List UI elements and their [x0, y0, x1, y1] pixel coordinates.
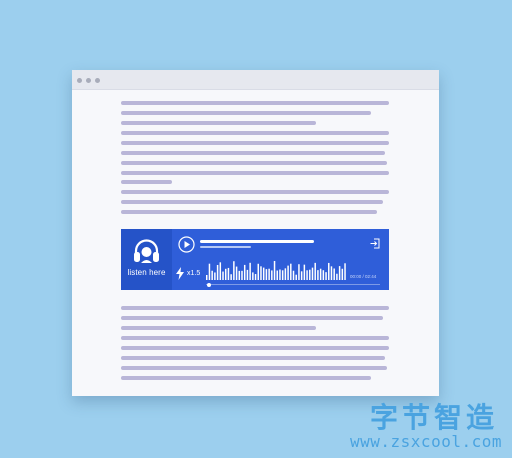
waveform-bar: [306, 270, 308, 280]
progress-knob[interactable]: [207, 282, 212, 287]
waveform-bar: [303, 264, 306, 280]
waveform-bar: [273, 260, 276, 280]
text-line: [121, 131, 389, 135]
waveform-bar: [243, 264, 246, 280]
headphone-icon: [134, 239, 159, 263]
waveform-bar: [319, 268, 322, 280]
text-line: [121, 316, 383, 320]
window-control-dot[interactable]: [77, 78, 82, 83]
waveform-bar: [235, 266, 238, 280]
play-icon[interactable]: [178, 236, 195, 253]
waveform-bar: [300, 271, 303, 280]
text-line: [121, 171, 389, 175]
text-line: [121, 200, 383, 204]
waveform-bar: [252, 272, 254, 280]
waveform-bar: [309, 269, 311, 280]
waveform-bar: [265, 269, 268, 280]
watermark-url: www.zsxcool.com: [350, 432, 502, 451]
waveform-bar: [219, 262, 222, 280]
waveform-bar: [314, 262, 316, 280]
waveform-bar: [233, 261, 235, 280]
waveform-bar: [227, 267, 230, 280]
time-label: 00:00 / 02:44: [350, 274, 377, 279]
waveform-bar: [257, 263, 260, 280]
waveform-bar: [330, 266, 333, 280]
waveform-bar: [262, 267, 265, 280]
track-title-bar: [200, 240, 314, 243]
waveform-bar: [336, 273, 338, 280]
waveform-bar: [325, 272, 327, 280]
waveform-bar: [333, 268, 335, 280]
text-line: [121, 356, 385, 360]
waveform-bar: [206, 275, 208, 280]
waveform-bar: [292, 270, 295, 280]
waveform-bar: [298, 264, 300, 280]
text-line: [121, 346, 389, 350]
waveform-bar: [317, 270, 319, 280]
waveform-bar: [246, 269, 249, 280]
audio-player: listen here x1.5 00:00 / 02:44: [121, 229, 389, 290]
watermark-title: 字节智造: [369, 401, 498, 434]
text-line: [121, 111, 371, 115]
browser-window: listen here x1.5 00:00 / 02:44: [72, 70, 439, 396]
window-control-dot[interactable]: [86, 78, 91, 83]
waveform-bar: [241, 270, 243, 280]
share-icon[interactable]: [370, 238, 380, 249]
waveform-bar: [284, 268, 287, 280]
waveform-bar: [214, 272, 216, 280]
text-line: [121, 101, 389, 105]
waveform-bar: [281, 270, 284, 280]
track-subtitle-bar: [200, 246, 251, 248]
text-line: [121, 210, 377, 214]
text-line: [121, 376, 371, 380]
text-line: [121, 121, 316, 125]
progress-track[interactable]: [206, 282, 380, 287]
waveform-bar: [216, 264, 219, 280]
waveform-bar: [254, 274, 257, 280]
waveform-bar: [208, 263, 211, 280]
waveform-bar: [238, 270, 241, 280]
text-line: [121, 306, 389, 310]
waveform-bar: [279, 269, 281, 280]
text-line: [121, 161, 387, 165]
waveform-bar: [268, 268, 270, 280]
text-line: [121, 151, 385, 155]
waveform[interactable]: [206, 260, 347, 280]
listen-panel[interactable]: listen here: [121, 229, 172, 290]
text-line: [121, 336, 389, 340]
speed-label: x1.5: [187, 270, 201, 277]
waveform-bar: [295, 274, 297, 280]
text-line: [121, 190, 389, 194]
window-control-dot[interactable]: [95, 78, 100, 83]
waveform-bar: [338, 266, 341, 280]
waveform-bar: [276, 270, 278, 280]
waveform-bar: [230, 274, 232, 280]
waveform-bar: [341, 268, 344, 280]
text-line: [121, 366, 387, 370]
waveform-bar: [311, 267, 314, 280]
window-titlebar: [72, 70, 439, 90]
waveform-bar: [260, 266, 262, 280]
listen-label: listen here: [127, 268, 166, 277]
waveform-bar: [290, 263, 292, 280]
waveform-bar: [211, 270, 213, 280]
waveform-bar: [271, 270, 273, 280]
waveform-bar: [344, 263, 346, 280]
lightning-bolt-icon: [176, 267, 184, 280]
waveform-bar: [222, 271, 224, 280]
waveform-bar: [328, 262, 330, 280]
text-line: [121, 326, 316, 330]
waveform-bar: [249, 262, 251, 280]
waveform-bar: [322, 270, 325, 280]
waveform-bar: [287, 265, 289, 280]
text-line: [121, 141, 389, 145]
waveform-bar: [224, 268, 227, 280]
text-line: [121, 180, 172, 184]
